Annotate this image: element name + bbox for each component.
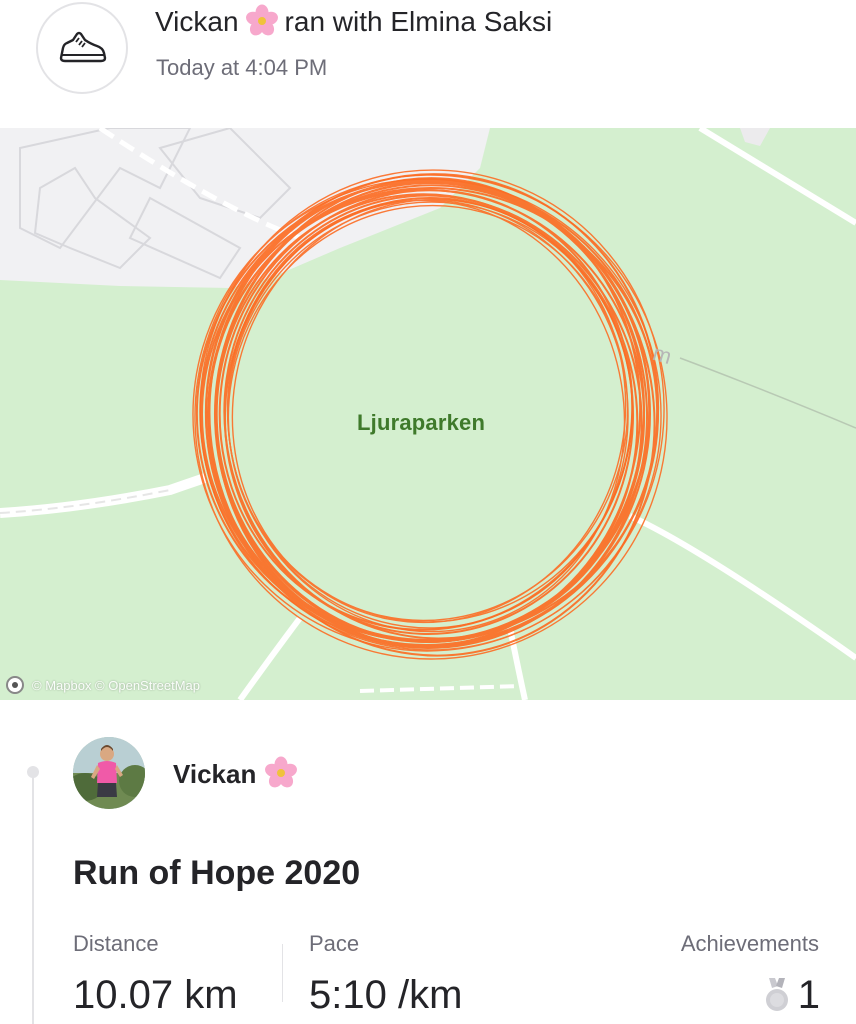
achievements-label: Achievements xyxy=(680,931,819,956)
activity-title[interactable]: Run of Hope 2020 xyxy=(73,852,360,894)
athlete-photo xyxy=(73,737,145,809)
mapbox-logo-icon[interactable] xyxy=(6,676,24,694)
achievements-count[interactable]: 1 xyxy=(764,972,820,1018)
avatar[interactable] xyxy=(73,737,145,809)
header-athlete-name[interactable]: Vickan xyxy=(155,6,239,37)
header-with-text[interactable]: ran with Elmina Saksi xyxy=(285,6,553,37)
athlete-name-text: Vickan xyxy=(173,759,257,789)
running-shoe-icon xyxy=(59,31,107,63)
distance-value: 10.07 km xyxy=(73,973,238,1017)
activity-header: Vickan ran with Elmina Saksi Today at 4:… xyxy=(0,0,856,128)
achievements-value: 1 xyxy=(797,973,820,1017)
map-place-label: Ljuraparken xyxy=(357,410,486,435)
cherry-blossom-icon xyxy=(265,756,298,788)
map-credit-text[interactable]: © Mapbox © OpenStreetMap xyxy=(32,678,200,693)
distance-label: Distance xyxy=(73,931,159,956)
activity-headline: Vickan ran with Elmina Saksi xyxy=(155,4,552,40)
activity-type-badge[interactable] xyxy=(36,2,128,94)
route-map[interactable]: m Ljuraparken © Mapbox © OpenStreetMap xyxy=(0,128,856,700)
medal-icon xyxy=(765,978,788,1011)
map-attribution: © Mapbox © OpenStreetMap xyxy=(6,676,200,694)
athlete-name[interactable]: Vickan xyxy=(173,756,298,790)
activity-timestamp: Today at 4:04 PM xyxy=(156,55,328,80)
pace-label: Pace xyxy=(309,931,360,956)
timeline-line xyxy=(32,772,34,1024)
cherry-blossom-icon xyxy=(245,4,278,36)
pace-value: 5:10 /km xyxy=(309,973,463,1017)
stat-divider xyxy=(282,944,283,1002)
